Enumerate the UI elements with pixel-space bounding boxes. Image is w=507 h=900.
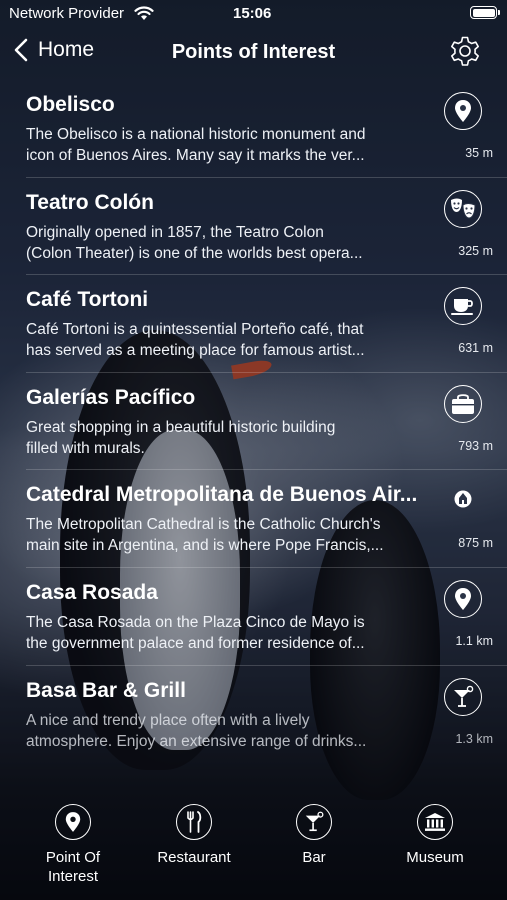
- item-title: Galerías Pacífico: [26, 385, 196, 409]
- museum-icon: [417, 804, 453, 840]
- item-description-line: Café Tortoni is a quintessential Porteño…: [26, 321, 364, 339]
- item-description-line: Originally opened in 1857, the Teatro Co…: [26, 223, 324, 241]
- item-description-line: main site in Argentina, and is where Pop…: [26, 537, 384, 555]
- tab-museum[interactable]: Museum: [385, 804, 485, 867]
- church-icon: [454, 490, 472, 508]
- item-title: Casa Rosada: [26, 580, 158, 604]
- item-distance: 631 m: [458, 341, 493, 356]
- item-title: Teatro Colón: [26, 190, 154, 214]
- item-description-line: icon of Buenos Aires. Many say it marks …: [26, 147, 365, 164]
- clock: 15:06: [233, 5, 272, 22]
- item-description: Café Tortoni is a quintessential Porteño…: [26, 319, 418, 361]
- item-title: Obelisco: [26, 93, 115, 116]
- map-pin-icon: [444, 92, 482, 130]
- list-item[interactable]: Catedral Metropolitana de Buenos Air... …: [26, 470, 507, 568]
- tab-label: Restaurant: [157, 849, 231, 866]
- item-title: Basa Bar & Grill: [26, 678, 186, 702]
- tab-label: Bar: [302, 849, 326, 866]
- list-item[interactable]: Café Tortoni Café Tortoni is a quintesse…: [26, 275, 507, 373]
- item-description-line: atmosphere. Enjoy an extensive range of …: [26, 732, 367, 750]
- list-item[interactable]: Teatro Colón Originally opened in 1857, …: [26, 178, 507, 276]
- list-item[interactable]: Galerías Pacífico Great shopping in a be…: [26, 373, 507, 471]
- item-description: The Casa Rosada on the Plaza Cinco de Ma…: [26, 612, 418, 654]
- item-distance: 1.3 km: [455, 731, 493, 746]
- battery-icon: [470, 6, 500, 19]
- tab-label: Interest: [47, 868, 99, 885]
- item-description-line: has served as a meeting place for famous…: [26, 342, 365, 360]
- item-description: A nice and trendy place often with a liv…: [26, 710, 418, 752]
- cocktail-icon: [296, 804, 332, 840]
- category-tab-bar: Point Of Interest Restaurant Bar Museum: [0, 784, 507, 900]
- page-title: Points of Interest: [171, 41, 336, 63]
- item-description-line: The Obelisco is a national historic monu…: [26, 126, 366, 143]
- tab-label: Point Of: [45, 849, 101, 866]
- item-title: Catedral Metropolitana de Buenos Air...: [26, 483, 418, 507]
- tab-restaurant[interactable]: Restaurant: [144, 804, 244, 867]
- coffee-cup-icon: [444, 287, 482, 326]
- cocktail-icon: [444, 677, 482, 716]
- fork-knife-icon: [176, 804, 212, 840]
- item-distance: 325 m: [458, 243, 493, 258]
- item-description-line: (Colon Theater) is one of the worlds bes…: [26, 244, 363, 262]
- theater-masks-icon: [444, 189, 482, 228]
- item-distance: 793 m: [458, 438, 493, 453]
- item-description: The Metropolitan Cathedral is the Cathol…: [26, 514, 418, 556]
- item-description: Originally opened in 1857, the Teatro Co…: [26, 222, 418, 264]
- item-description: Great shopping in a beautiful historic b…: [26, 417, 418, 459]
- map-pin-icon: [55, 804, 91, 840]
- item-description-line: The Metropolitan Cathedral is the Cathol…: [26, 516, 381, 534]
- item-description-line: Great shopping in a beautiful historic b…: [26, 418, 336, 436]
- wifi-icon: [134, 6, 154, 20]
- item-description-line: The Casa Rosada on the Plaza Cinco de Ma…: [26, 613, 365, 631]
- tab-label: Museum: [406, 849, 464, 866]
- tab-bar[interactable]: Bar: [264, 804, 364, 867]
- navigation-bar: Home Points of Interest: [0, 30, 507, 76]
- item-description-line: the government palace and former residen…: [26, 634, 365, 652]
- carrier-label: Network Provider: [9, 5, 125, 22]
- item-title: Café Tortoni: [26, 288, 149, 312]
- status-bar: Network Provider 15:06: [0, 0, 507, 28]
- list-item[interactable]: Casa Rosada The Casa Rosada on the Plaza…: [26, 568, 507, 666]
- list-item[interactable]: Basa Bar & Grill A nice and trendy place…: [26, 666, 507, 764]
- item-description: The Obelisco is a national historic monu…: [26, 124, 418, 166]
- gear-icon[interactable]: [447, 33, 483, 69]
- list-item[interactable]: Obelisco The Obelisco is a national hist…: [26, 80, 507, 178]
- item-distance: 875 m: [458, 536, 493, 551]
- item-distance: 1.1 km: [455, 633, 493, 648]
- item-distance: 35 m: [465, 146, 493, 160]
- poi-list: Obelisco The Obelisco is a national hist…: [0, 80, 507, 763]
- shopping-bag-icon: [444, 384, 482, 423]
- map-pin-icon: [444, 579, 482, 618]
- item-description-line: filled with murals.: [26, 439, 145, 457]
- tab-point-of-interest[interactable]: Point Of Interest: [23, 804, 123, 886]
- item-description-line: A nice and trendy place often with a liv…: [26, 711, 310, 729]
